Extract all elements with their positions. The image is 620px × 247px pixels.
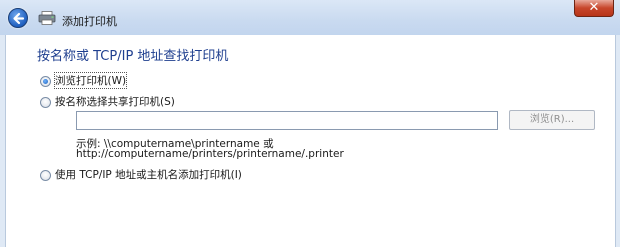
back-arrow-icon [13,12,25,25]
option-select-shared-printer-label[interactable]: 按名称选择共享打印机(S) [55,94,175,109]
radio-tcpip-hostname[interactable] [40,170,51,181]
option-browse-printers-label[interactable]: 浏览打印机(W) [53,72,128,89]
close-icon: ✕ [588,0,600,15]
window-title: 添加打印机 [62,15,117,28]
page-heading: 按名称或 TCP/IP 地址查找打印机 [37,49,229,64]
close-button[interactable]: ✕ [574,0,614,17]
shared-printer-input[interactable] [76,111,498,130]
back-button[interactable] [8,8,28,28]
radio-selected-dot [43,79,48,84]
title-bar: 添加打印机 ✕ [0,0,620,35]
radio-browse-printers[interactable] [40,76,51,87]
radio-select-shared-printer[interactable] [40,97,51,108]
option-tcpip-hostname-label[interactable]: 使用 TCP/IP 地址或主机名添加打印机(I) [55,167,242,182]
example-text-line2: http://computername/printers/printername… [76,148,344,160]
browse-button[interactable]: 浏览(R)... [509,110,595,130]
printer-icon [38,11,56,25]
